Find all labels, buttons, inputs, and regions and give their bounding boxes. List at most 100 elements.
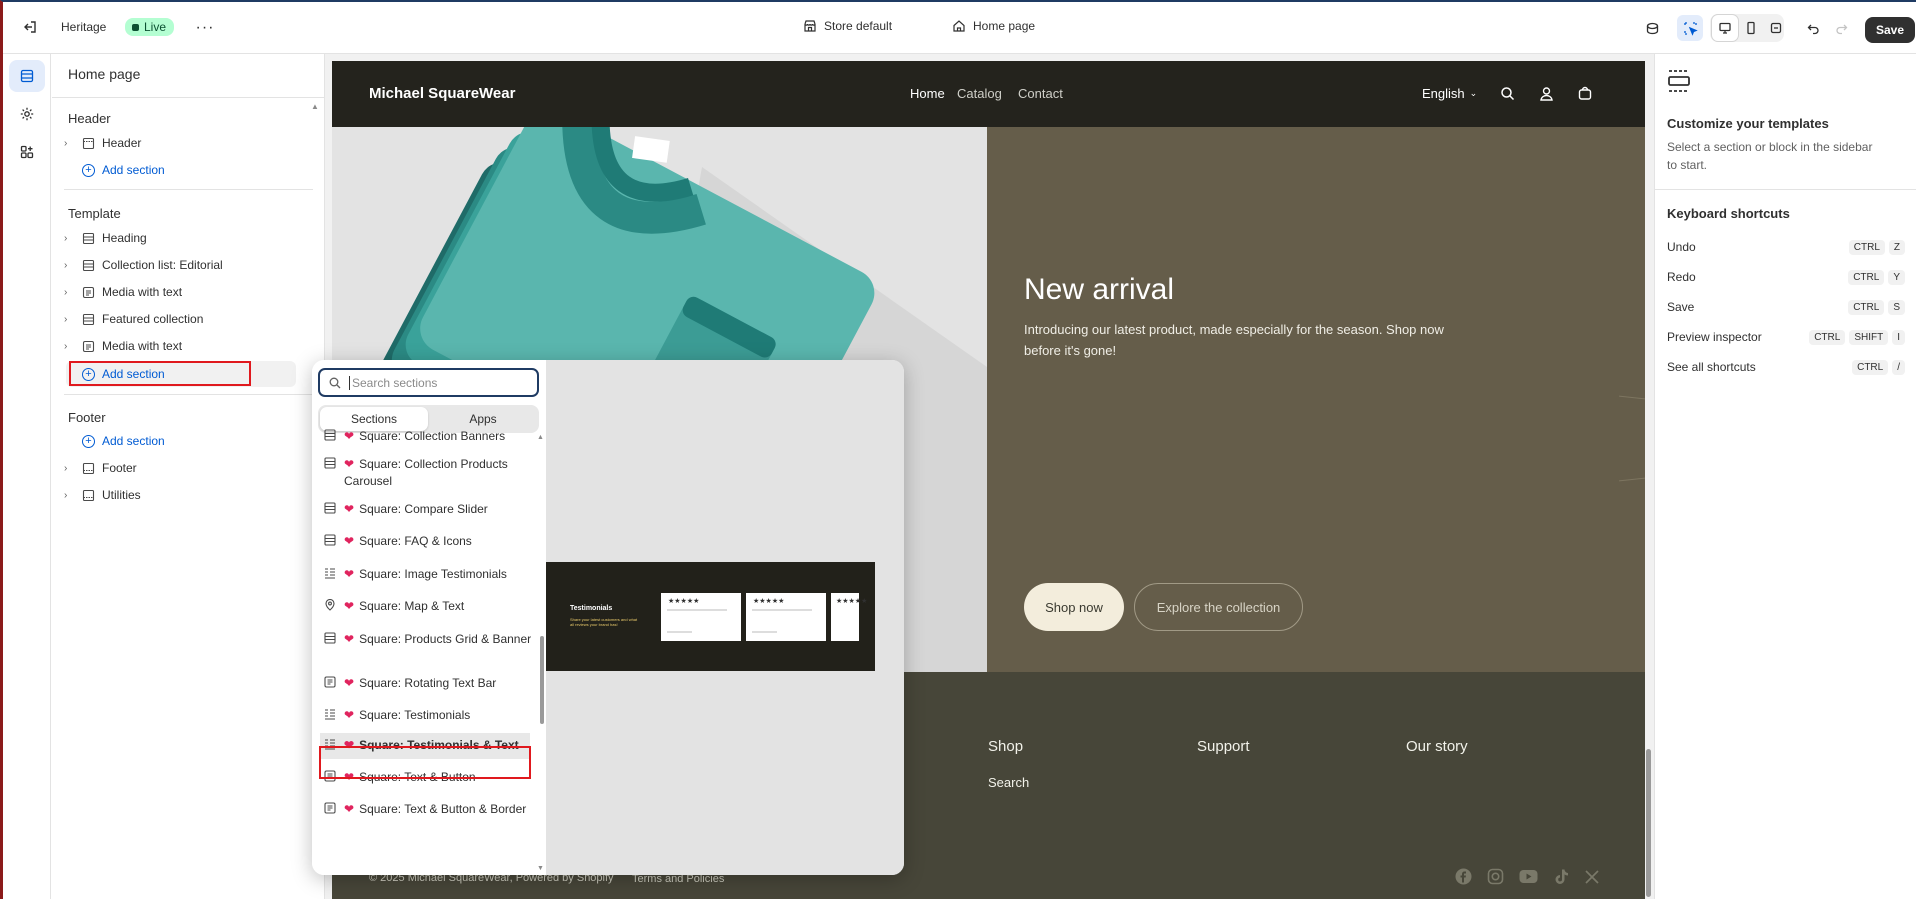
facebook-icon[interactable] — [1455, 868, 1472, 888]
section-list-item[interactable]: ❤ Square: Products Grid & Banner — [324, 631, 534, 649]
list-scrollbar[interactable] — [540, 636, 544, 724]
add-section-footer-button[interactable]: + Add section — [52, 428, 282, 454]
scroll-up-icon[interactable]: ▲ — [537, 434, 544, 441]
sections-sidebar: Home page ▲ Header › Header + Add sectio… — [52, 54, 325, 899]
heart-icon: ❤ — [344, 567, 355, 581]
section-item-text: ❤ Square: Collection Products Carousel — [344, 456, 534, 490]
undo-icon[interactable] — [1800, 15, 1826, 41]
layout-icon — [324, 533, 344, 551]
chevron-right-icon[interactable]: › — [64, 490, 78, 501]
explore-collection-button[interactable]: Explore the collection — [1134, 583, 1303, 631]
section-item-text: ❤ Square: FAQ & Icons — [344, 533, 534, 551]
nav-contact[interactable]: Contact — [1018, 86, 1063, 101]
sidebar-item-featured-collection[interactable]: › Featured collection — [64, 306, 294, 332]
scroll-down-icon[interactable]: ▼ — [537, 865, 544, 872]
text-icon — [324, 801, 344, 819]
sidebar-item-media-with-text-2[interactable]: › Media with text — [64, 333, 294, 359]
section-item-text: ❤ Square: Image Testimonials — [344, 566, 534, 584]
chevron-right-icon[interactable]: › — [64, 341, 78, 352]
home-icon — [953, 20, 965, 32]
section-list-item[interactable]: ❤ Square: Compare Slider — [324, 501, 534, 519]
add-section-header-button[interactable]: + Add section — [52, 157, 282, 183]
heart-icon: ❤ — [344, 802, 355, 816]
language-selector[interactable]: English ⌄ — [1422, 86, 1477, 101]
heart-icon: ❤ — [344, 676, 355, 690]
section-item-text: ❤ Square: Compare Slider — [344, 501, 534, 519]
search-icon[interactable] — [1500, 86, 1515, 104]
instagram-icon[interactable] — [1487, 868, 1504, 888]
section-item-label: Square: Map & Text — [359, 599, 465, 613]
youtube-icon[interactable] — [1519, 869, 1538, 887]
chevron-right-icon[interactable]: › — [64, 287, 78, 298]
page-selector[interactable]: Home page — [952, 19, 1035, 33]
section-list-item[interactable]: ❤ Square: FAQ & Icons — [324, 533, 534, 551]
chevron-right-icon[interactable]: › — [64, 138, 78, 149]
footer-link-search[interactable]: Search — [988, 775, 1029, 790]
store-selector[interactable]: Store default — [803, 19, 892, 33]
section-list-item[interactable]: ❤ Square: Testimonials — [324, 707, 534, 725]
layout-icon — [78, 259, 98, 272]
sidebar-item-utilities[interactable]: › Utilities — [64, 482, 294, 508]
tiktok-icon[interactable] — [1553, 868, 1569, 888]
desktop-view-icon[interactable] — [1712, 15, 1738, 41]
panel-title: Customize your templates — [1667, 116, 1829, 131]
add-section-label: Add section — [102, 163, 165, 177]
text-block-icon — [78, 340, 98, 353]
section-list-item[interactable]: ❤ Square: Text & Button & Border — [324, 801, 534, 819]
sidebar-item-footer[interactable]: › Footer — [64, 455, 294, 481]
sidebar-item-media-with-text[interactable]: › Media with text — [64, 279, 294, 305]
store-settings-icon[interactable] — [1639, 15, 1665, 41]
add-circle-icon: + — [82, 163, 95, 177]
sidebar-item-header[interactable]: › Header — [64, 130, 294, 156]
theme-name[interactable]: Heritage — [61, 20, 106, 34]
section-list-item[interactable]: ❤ Square: Image Testimonials — [324, 566, 534, 584]
add-section-popover: Search sections Sections Apps ▲ ▼ ❤ Squar… — [312, 360, 904, 875]
chevron-right-icon[interactable]: › — [64, 233, 78, 244]
redo-icon[interactable] — [1829, 15, 1855, 41]
shortcut-undo: Undo CTRL Z — [1667, 232, 1905, 262]
mobile-view-icon[interactable] — [1738, 15, 1764, 41]
chevron-right-icon[interactable]: › — [64, 260, 78, 271]
sidebar-item-collection-list[interactable]: › Collection list: Editorial — [64, 252, 294, 278]
section-list-item[interactable]: ❤ Square: Collection Banners — [324, 428, 534, 446]
exit-icon[interactable] — [17, 14, 43, 40]
layout-icon — [324, 631, 344, 649]
section-list-item[interactable]: ❤ Square: Rotating Text Bar — [324, 675, 534, 693]
store-header: Michael SquareWear Home Catalog Contact … — [332, 61, 1645, 127]
sidebar-item-heading[interactable]: › Heading — [64, 225, 294, 251]
preview-scrollbar[interactable] — [1646, 749, 1651, 897]
shortcut-see-all[interactable]: See all shortcuts CTRL / — [1667, 352, 1905, 382]
section-item-label: Square: Image Testimonials — [359, 567, 507, 581]
sidebar-item-label: Heading — [102, 231, 147, 245]
sidebar-item-label: Featured collection — [102, 312, 204, 326]
chevron-right-icon[interactable]: › — [64, 463, 78, 474]
more-actions-icon[interactable]: ··· — [192, 15, 218, 41]
inspector-icon[interactable] — [1677, 15, 1703, 41]
x-twitter-icon[interactable] — [1584, 869, 1600, 888]
section-item-label: Square: Text & Button & Border — [359, 802, 527, 816]
right-panel: Customize your templates Select a sectio… — [1654, 54, 1916, 899]
nav-home[interactable]: Home — [910, 86, 945, 101]
heart-icon: ❤ — [344, 632, 355, 646]
save-button[interactable]: Save — [1865, 17, 1916, 43]
testimonials-preview-card: Testimonials Share your latest customers… — [546, 562, 875, 671]
theme-settings-icon[interactable] — [9, 98, 45, 130]
section-list-item[interactable]: ❤ Square: Map & Text — [324, 598, 534, 616]
list-icon — [324, 707, 344, 725]
account-icon[interactable] — [1539, 86, 1554, 104]
cart-icon[interactable] — [1577, 85, 1593, 104]
chevron-right-icon[interactable]: › — [64, 314, 78, 325]
scroll-up-icon[interactable]: ▲ — [311, 102, 319, 111]
store-logo[interactable]: Michael SquareWear — [369, 85, 515, 102]
fullscreen-view-icon[interactable] — [1763, 15, 1789, 41]
section-list-item[interactable]: ❤ Square: Collection Products Carousel — [324, 456, 534, 490]
shop-now-button[interactable]: Shop now — [1024, 583, 1124, 631]
sections-icon[interactable] — [9, 60, 45, 92]
template-group-title: Template — [68, 206, 121, 221]
search-input[interactable]: Search sections — [318, 368, 539, 397]
app-embeds-icon[interactable] — [9, 136, 45, 168]
heart-icon: ❤ — [344, 429, 355, 443]
section-item-label: Square: Collection Banners — [359, 429, 506, 443]
hero-text: Introducing our latest product, made esp… — [1024, 322, 1444, 358]
nav-catalog[interactable]: Catalog — [957, 86, 1002, 101]
